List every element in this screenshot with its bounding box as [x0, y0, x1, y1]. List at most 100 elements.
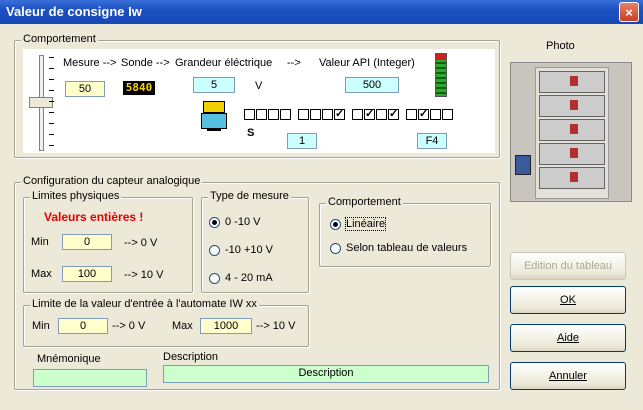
photo-module-5	[539, 167, 605, 189]
bit-checkbox-6	[322, 109, 333, 120]
mode-radio-1[interactable]	[330, 243, 341, 254]
type-option-0-label: 0 -10 V	[225, 216, 261, 228]
grandeur-unit: V	[255, 80, 263, 92]
ok-button-label: OK	[560, 294, 576, 306]
type-mesure-group: Type de mesure 0 -10 V -10 +10 V 4 - 20 …	[201, 190, 309, 293]
photo-label: Photo	[546, 40, 575, 52]
comportement-mode-group: Comportement Linéaire Selon tableau de v…	[319, 196, 491, 267]
terminal-icon-stand	[207, 128, 221, 131]
mnemonique-input[interactable]	[33, 369, 147, 387]
bit-checkbox-7	[334, 107, 345, 120]
photo-led-3	[570, 124, 578, 134]
photo-module-2	[539, 95, 605, 117]
bit-checkbox-4	[298, 109, 309, 120]
limites-min-input[interactable]: 0	[62, 234, 112, 250]
limite-entree-group: Limite de la valeur d'entrée à l'automat…	[23, 298, 309, 347]
bit-checkboxes	[244, 107, 454, 121]
photo-module-3	[539, 119, 605, 141]
warning-text: Valeurs entières !	[44, 210, 144, 224]
type-radio-0[interactable]	[209, 217, 220, 228]
bit-checkbox-13	[418, 107, 429, 120]
photo-led-2	[570, 100, 578, 110]
grandeur-label: Grandeur éléctrique	[175, 57, 273, 69]
slider-ticks	[49, 57, 54, 149]
s-label: S	[247, 127, 255, 139]
limites-max-input[interactable]: 100	[62, 266, 112, 282]
mesure-value: 50	[65, 81, 105, 97]
edition-tableau-button[interactable]: Edition du tableau	[510, 252, 626, 280]
limites-group: Limites physiques Valeurs entières ! Min…	[23, 190, 193, 293]
bit-checkbox-14	[430, 109, 441, 120]
mesure-label: Mesure -->	[63, 57, 117, 69]
bit-checkbox-2	[268, 109, 279, 120]
limites-max-label: Max	[31, 268, 52, 280]
bit-checkbox-5	[310, 109, 321, 120]
entree-max-input[interactable]: 1000	[200, 318, 252, 334]
bit-checkbox-12	[406, 109, 417, 120]
arrow-label: -->	[287, 57, 301, 69]
sensor-display-icon: 5840	[123, 81, 155, 95]
mode-radio-0[interactable]	[330, 219, 341, 230]
bit-checkbox-10	[376, 109, 387, 120]
aide-button-label: Aide	[556, 332, 580, 344]
config-legend: Configuration du capteur analogique	[21, 175, 203, 187]
mode-option-0-label: Linéaire	[344, 217, 387, 231]
bit-checkbox-9	[364, 107, 375, 120]
entree-min-input[interactable]: 0	[58, 318, 108, 334]
api-label: Valeur API (Integer)	[319, 57, 415, 69]
led-bar-top	[436, 54, 446, 60]
photo-switch	[515, 155, 531, 175]
sonde-label: Sonde -->	[121, 57, 170, 69]
type-option-2-label: 4 - 20 mA	[225, 272, 273, 284]
limites-legend: Limites physiques	[30, 190, 122, 202]
window-title: Valeur de consigne Iw	[6, 4, 142, 19]
comportement-mode-legend: Comportement	[326, 196, 403, 208]
aide-button[interactable]: Aide	[510, 324, 626, 352]
entree-max-label: Max	[172, 320, 193, 332]
comportement-top-legend: Comportement	[21, 33, 98, 45]
photo-led-4	[570, 148, 578, 158]
mode-option-1-label: Selon tableau de valeurs	[346, 242, 468, 254]
grandeur-value: 5	[193, 77, 235, 93]
ok-button[interactable]: OK	[510, 286, 626, 314]
entree-max-out: --> 10 V	[256, 320, 296, 332]
title-bar: Valeur de consigne Iw ×	[0, 0, 643, 24]
photo-led-5	[570, 172, 578, 182]
annuler-button-label: Annuler	[549, 370, 587, 382]
dialog-body: Comportement Mesure --> Sonde --> Grande…	[0, 24, 643, 410]
limites-min-label: Min	[31, 236, 49, 248]
mnemonique-label: Mnémonique	[37, 353, 101, 365]
description-input[interactable]: Description	[163, 365, 489, 383]
entree-min-out: --> 0 V	[112, 320, 146, 332]
description-label: Description	[163, 351, 219, 363]
bit-checkbox-3	[280, 109, 291, 120]
hex-field: F4	[417, 133, 447, 149]
limites-max-out: --> 10 V	[124, 269, 164, 281]
entree-min-label: Min	[32, 320, 50, 332]
led-bar-icon	[435, 53, 447, 97]
annuler-button[interactable]: Annuler	[510, 362, 626, 390]
close-icon[interactable]: ×	[619, 2, 639, 22]
bit-field: 1	[287, 133, 317, 149]
limite-entree-legend: Limite de la valeur d'entrée à l'automat…	[30, 298, 259, 310]
photo-module-1	[539, 71, 605, 93]
comportement-top-group: Comportement Mesure --> Sonde --> Grande…	[14, 33, 500, 158]
terminal-icon-top	[203, 101, 225, 113]
terminal-icon-base	[201, 113, 227, 129]
api-value: 500	[345, 77, 399, 93]
photo-icon	[510, 62, 632, 202]
bit-checkbox-0	[244, 109, 255, 120]
config-group: Configuration du capteur analogique Limi…	[14, 175, 500, 390]
limites-min-out: --> 0 V	[124, 237, 158, 249]
type-radio-2[interactable]	[209, 273, 220, 284]
type-radio-1[interactable]	[209, 245, 220, 256]
bit-checkbox-1	[256, 109, 267, 120]
bit-checkbox-11	[388, 107, 399, 120]
photo-module-4	[539, 143, 605, 165]
type-mesure-legend: Type de mesure	[208, 190, 291, 202]
photo-led-1	[570, 76, 578, 86]
measure-slider[interactable]	[27, 53, 55, 153]
terminal-icon	[199, 101, 229, 131]
type-option-1-label: -10 +10 V	[225, 244, 274, 256]
bit-checkbox-8	[352, 109, 363, 120]
